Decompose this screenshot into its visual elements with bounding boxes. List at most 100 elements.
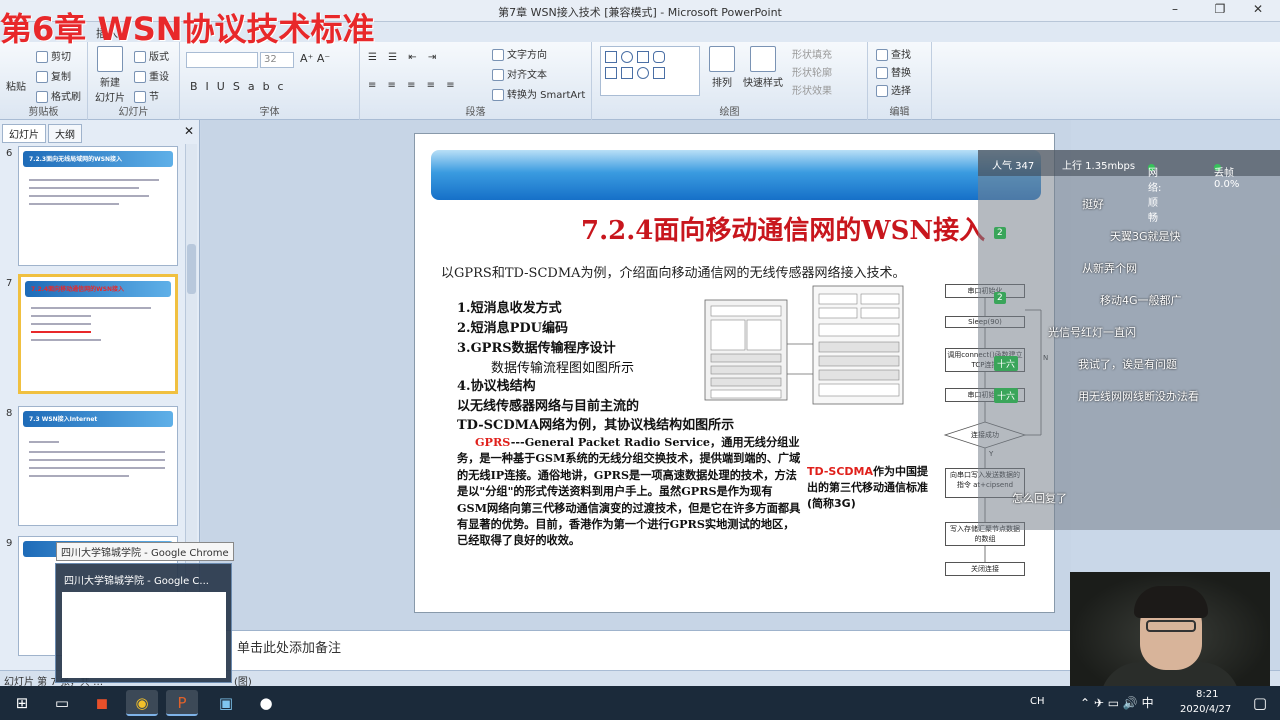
slide-thumbnail-6[interactable]: 7.2.3面向无线局域网的WSN接入 xyxy=(18,146,178,266)
shape-effects-button[interactable]: 形状效果 xyxy=(792,82,832,97)
slide-header-banner xyxy=(431,150,1041,200)
app-icon[interactable]: ▣ xyxy=(210,690,242,716)
line-shape-icon[interactable] xyxy=(637,51,649,63)
input-method[interactable]: CH xyxy=(1030,696,1045,707)
list-buttons[interactable]: ☰ ☰ ⇤ ⇥ xyxy=(368,52,440,63)
slide-item-3-sub[interactable]: 数据传输流程图如图所示 xyxy=(491,357,634,376)
bracket-shape-icon[interactable] xyxy=(653,67,665,79)
layout-label: 版式 xyxy=(149,52,169,63)
paragraph-group-label: 段落 xyxy=(465,107,486,118)
media-icon[interactable]: ● xyxy=(250,690,282,716)
thumbnail-text-line xyxy=(29,467,165,469)
copy-button[interactable]: 复制 xyxy=(36,68,71,83)
thumbnail-text-line xyxy=(31,323,91,325)
text-direction-button[interactable]: 文字方向 xyxy=(492,46,547,61)
gprs-paragraph[interactable]: GPRS---General Packet Radio Service，通用无线… xyxy=(457,434,802,549)
slide-title[interactable]: 7.2.4面向移动通信网的WSN接入 xyxy=(581,210,985,247)
smartart-label: 转换为 SmartArt xyxy=(507,90,586,101)
slide-thumbnail-7[interactable]: 7.2.4面向移动通信网的WSN接入 xyxy=(18,274,178,394)
slide-item-4-sub1[interactable]: 以无线传感器网络与目前主流的 xyxy=(457,395,639,414)
select-button[interactable]: 选择 xyxy=(876,82,911,97)
slide-item-1[interactable]: 1.短消息收发方式 xyxy=(457,297,562,316)
rectangle-shape-icon[interactable] xyxy=(605,51,617,63)
rounded-rect-shape-icon[interactable] xyxy=(653,51,665,63)
gprs-label: GPRS xyxy=(475,435,511,449)
close-pane-icon[interactable]: ✕ xyxy=(184,124,194,138)
paste-button[interactable]: 粘贴 xyxy=(6,78,26,93)
quick-styles-button[interactable]: 快速样式 xyxy=(742,46,784,89)
windows-start-icon[interactable]: ⊞ xyxy=(6,690,38,716)
align-buttons[interactable]: ≡ ≡ ≡ ≡ ≡ xyxy=(368,80,459,91)
tab-slides[interactable]: 幻灯片 xyxy=(2,124,46,143)
file-explorer-icon[interactable]: ▭ xyxy=(46,690,78,716)
chrome-preview-thumbnail[interactable] xyxy=(62,592,226,678)
oval-shape-icon[interactable] xyxy=(621,51,633,63)
thumbnail-number: 7 xyxy=(6,278,13,289)
notification-icon[interactable]: ▢ xyxy=(1244,690,1276,716)
chrome-preview-title: 四川大学锦城学院 - Google C... xyxy=(64,576,209,587)
copy-icon xyxy=(36,71,48,83)
triangle-shape-icon[interactable] xyxy=(605,67,617,79)
thumbnail-title: 7.3 WSN接入Internet xyxy=(29,416,98,423)
clock-time[interactable]: 8:21 xyxy=(1196,689,1218,700)
smartart-icon xyxy=(492,89,504,101)
current-slide[interactable]: 7.2.4面向移动通信网的WSN接入 以GPRS和TD-SCDMA为例，介绍面向… xyxy=(414,133,1055,613)
section-button[interactable]: 节 xyxy=(134,88,159,103)
slide-item-4-sub2[interactable]: TD-SCDMA网络为例，其协议栈结构如图所示 xyxy=(457,414,734,433)
cut-button[interactable]: 剪切 xyxy=(36,48,71,63)
shapes-gallery[interactable] xyxy=(600,46,700,96)
chat-message: 光信号红灯一直闪 xyxy=(1048,326,1136,339)
font-size-select[interactable]: 32 xyxy=(260,52,294,68)
minimize-button[interactable]: – xyxy=(1160,2,1190,20)
td-scdma-note[interactable]: TD-SCDMA作为中国提出的第三代移动通信标准(简称3G) xyxy=(807,464,929,512)
chat-message: 我试了，诶是有问题 xyxy=(1078,358,1177,371)
align-text-button[interactable]: 对齐文本 xyxy=(492,66,547,81)
font-name-select[interactable] xyxy=(186,52,258,68)
reset-button[interactable]: 重设 xyxy=(134,68,169,83)
thumbnail-text-line xyxy=(31,339,101,341)
shape-outline-button[interactable]: 形状轮廓 xyxy=(792,64,832,79)
search-icon xyxy=(876,49,888,61)
slide-item-4[interactable]: 4.协议栈结构 xyxy=(457,375,536,394)
slide-item-3[interactable]: 3.GPRS数据传输程序设计 xyxy=(457,337,616,356)
font-style-buttons[interactable]: BIUSabc xyxy=(190,80,292,93)
shape-fill-button[interactable]: 形状填充 xyxy=(792,46,832,61)
clock-date[interactable]: 2020/4/27 xyxy=(1180,704,1231,715)
live-chat-panel xyxy=(978,150,1280,530)
circle-shape-icon[interactable] xyxy=(637,67,649,79)
thumbnail-text-line xyxy=(31,315,91,317)
chrome-icon[interactable]: ◉ xyxy=(126,690,158,716)
format-painter-button[interactable]: 格式刷 xyxy=(36,88,81,103)
powerpoint-icon[interactable]: P xyxy=(166,690,198,716)
office-icon[interactable]: ◼ xyxy=(86,690,118,716)
tray-icons[interactable]: ⌃ ✈ ▭ 🔊 中 xyxy=(1080,694,1154,711)
maximize-button[interactable]: ❐ xyxy=(1205,2,1235,20)
live-stats-bar: 人气 347 上行 1.35mbps 网络: 顺畅 丢帧 0.0% xyxy=(978,150,1280,224)
chrome-window-preview[interactable]: 四川大学锦城学院 - Google C... xyxy=(55,563,232,683)
chat-level-badge: 2 xyxy=(994,227,1006,239)
slides-group: 新建 幻灯片 版式 重设 节 幻灯片 xyxy=(88,42,180,120)
find-button[interactable]: 查找 xyxy=(876,46,911,61)
grow-font-button[interactable]: A⁺ A⁻ xyxy=(300,52,330,65)
reset-label: 重设 xyxy=(149,72,169,83)
chat-message: 用无线网网线断没办法看 xyxy=(1078,390,1199,403)
align-text-icon xyxy=(492,69,504,81)
quick-styles-label: 快速样式 xyxy=(743,78,783,89)
close-button[interactable]: ✕ xyxy=(1243,2,1273,20)
text-direction-icon xyxy=(492,49,504,61)
notes-pane[interactable]: 单击此处添加备注 xyxy=(201,630,1071,670)
arrow-shape-icon[interactable] xyxy=(621,67,633,79)
section-label: 节 xyxy=(149,92,159,103)
scrollbar-thumb[interactable] xyxy=(187,244,196,294)
arrange-button[interactable]: 排列 xyxy=(708,46,736,89)
chat-level-badge: 2 xyxy=(994,292,1006,304)
smartart-button[interactable]: 转换为 SmartArt xyxy=(492,86,585,101)
slide-thumbnail-8[interactable]: 7.3 WSN接入Internet xyxy=(18,406,178,526)
pane-tabs: 幻灯片 大纲 ✕ xyxy=(0,122,200,143)
slide-intro[interactable]: 以GPRS和TD-SCDMA为例，介绍面向移动通信网的无线传感器网络接入技术。 xyxy=(441,262,906,281)
tab-outline[interactable]: 大纲 xyxy=(48,124,82,143)
replace-button[interactable]: 替换 xyxy=(876,64,911,79)
layout-button[interactable]: 版式 xyxy=(134,48,169,63)
new-slide-button[interactable]: 新建 幻灯片 xyxy=(92,46,128,104)
slide-item-2[interactable]: 2.短消息PDU编码 xyxy=(457,317,568,336)
